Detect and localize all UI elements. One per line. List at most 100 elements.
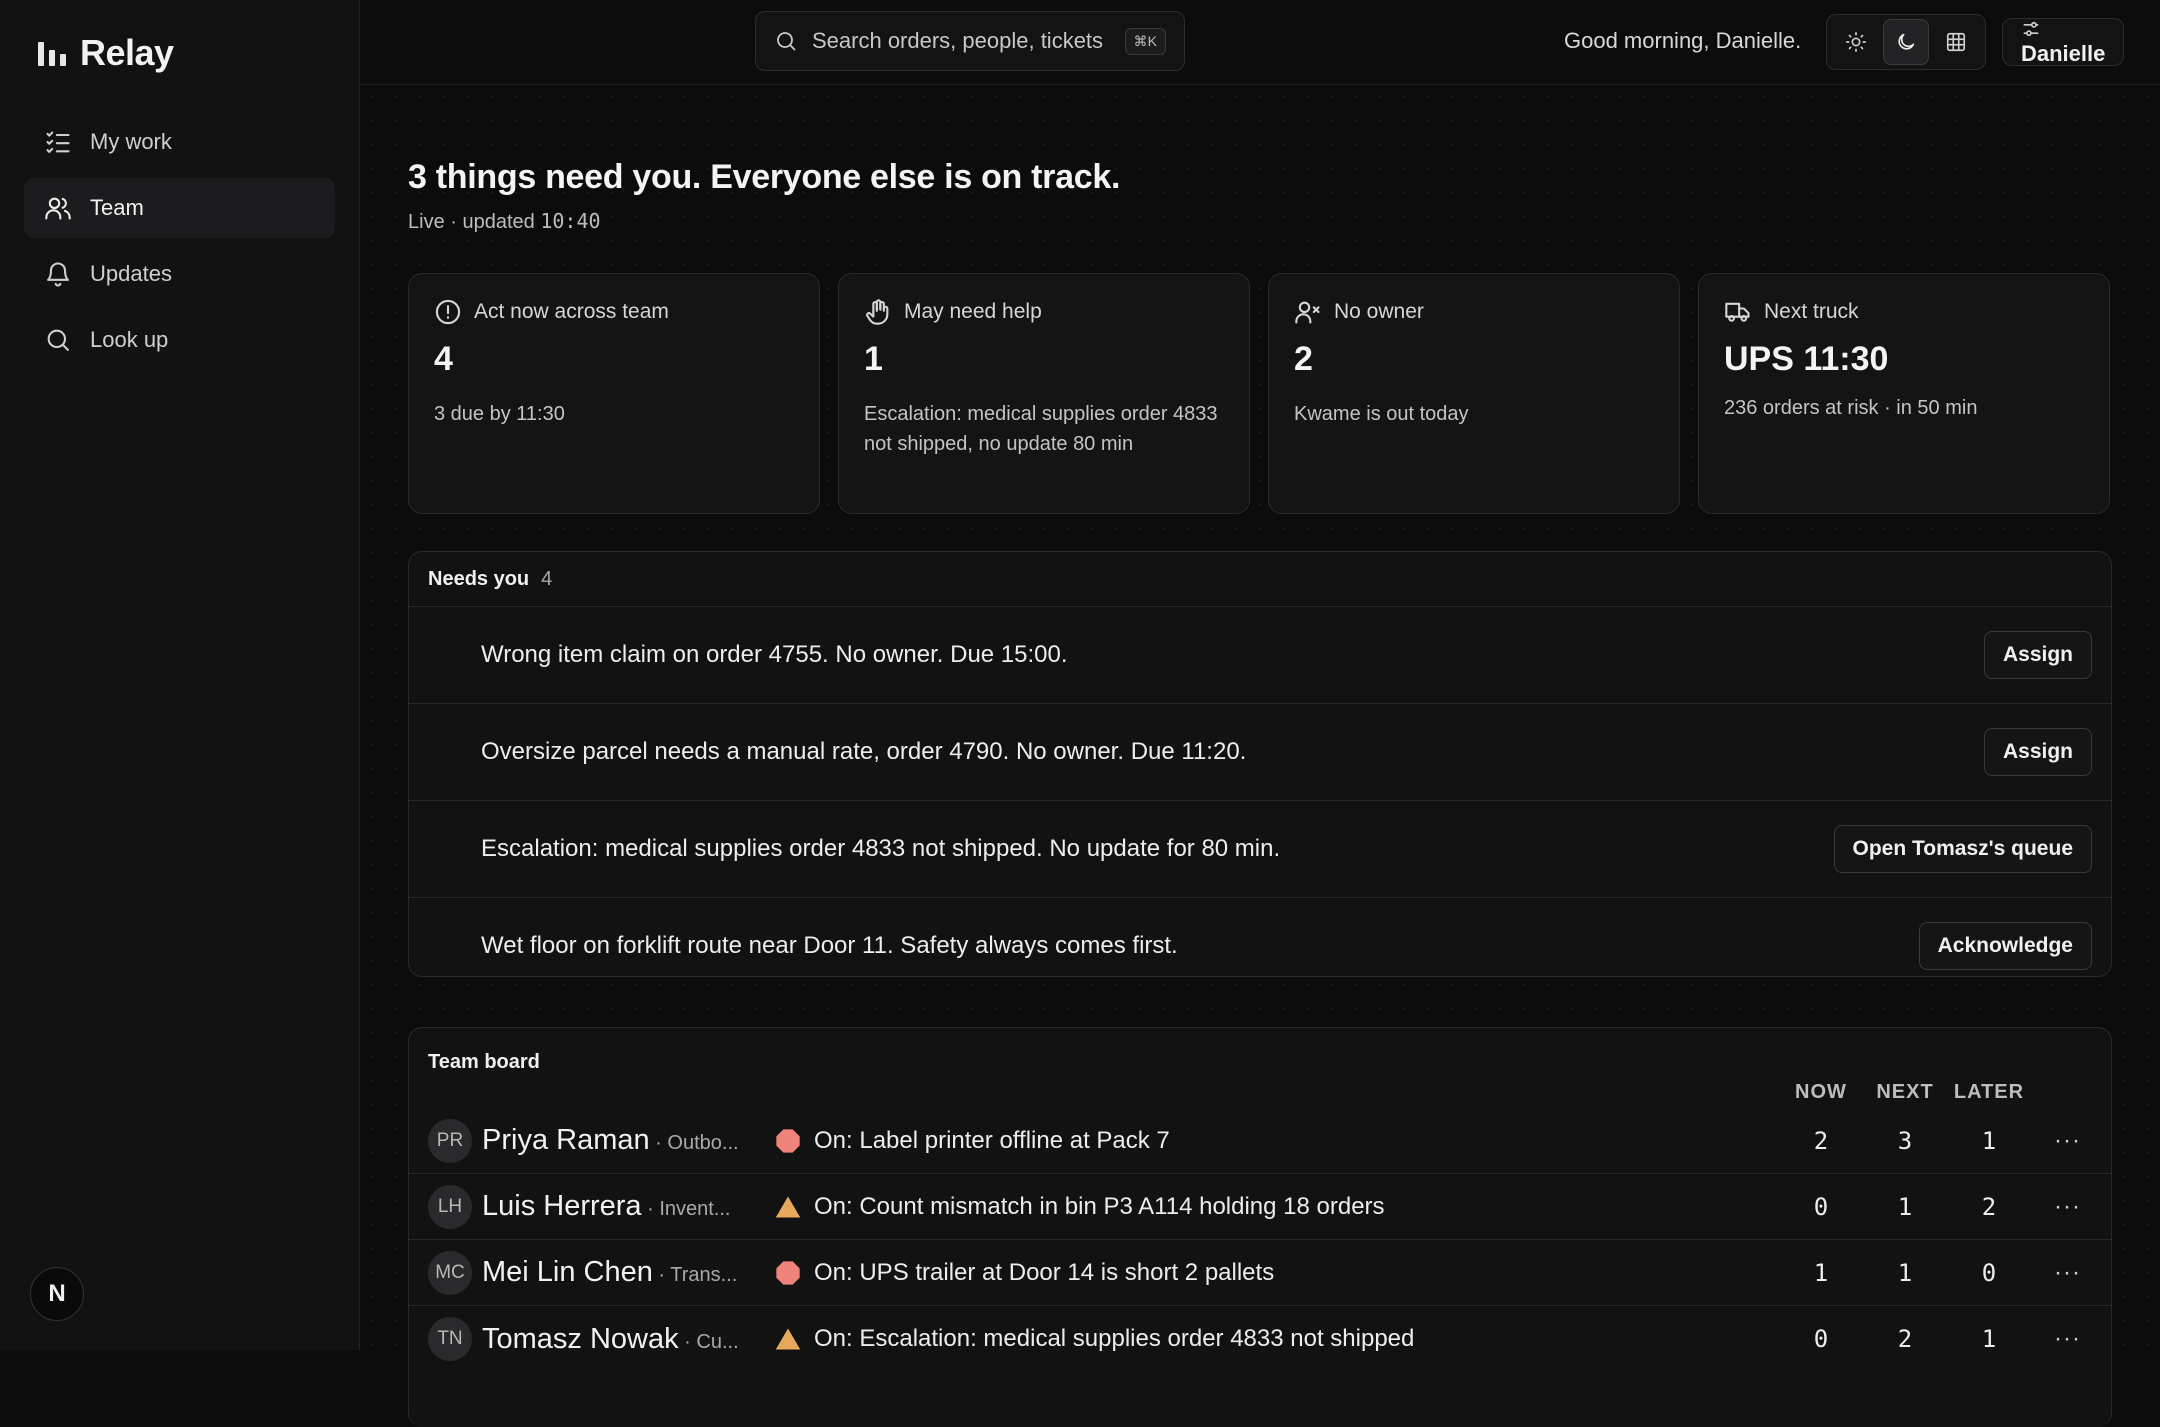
card-no-owner[interactable]: No owner 2 Kwame is out today xyxy=(1268,273,1680,514)
table-row[interactable]: TN Tomasz Nowak · Cu... On: Escalation: … xyxy=(409,1306,2111,1372)
table-row[interactable]: LH Luis Herrera · Invent... On: Count mi… xyxy=(409,1174,2111,1240)
needs-you-header: Needs you 4 xyxy=(409,552,2111,607)
panel-title: Team board xyxy=(428,1050,540,1073)
open-queue-button[interactable]: Open Tomasz's queue xyxy=(1833,825,2092,873)
count-next: 2 xyxy=(1897,1325,1913,1353)
user-menu-button[interactable]: Danielle xyxy=(2002,18,2124,66)
needs-you-panel: Needs you 4 Wrong item claim on order 47… xyxy=(408,551,2112,977)
card-value: 2 xyxy=(1294,340,1313,378)
status-text: On: Escalation: medical supplies order 4… xyxy=(814,1325,1415,1352)
next-logo-badge[interactable]: N xyxy=(30,1267,84,1321)
alert-text: Wrong item claim on order 4755. No owner… xyxy=(481,641,1068,668)
card-value: 1 xyxy=(864,340,883,378)
card-detail: Escalation: medical supplies order 4833 … xyxy=(864,403,1218,455)
sidebar-item-label: Look up xyxy=(90,327,169,352)
row-counts: 1 1 0 xyxy=(1779,1240,2031,1305)
sidebar-item-team[interactable]: Team xyxy=(24,178,335,238)
sliders-icon xyxy=(2023,21,2039,37)
card-value: 4 xyxy=(434,340,453,378)
status-text: On: Count mismatch in bin P3 A114 holdin… xyxy=(814,1192,1385,1220)
card-act-now[interactable]: Act now across team 4 3 due by 11:30 xyxy=(408,273,820,514)
person-name: Luis Herrera xyxy=(482,1190,642,1222)
count-now: 0 xyxy=(1813,1325,1829,1353)
count-next: 1 xyxy=(1897,1192,1913,1221)
triangle-icon xyxy=(775,1328,801,1350)
table-row[interactable]: PR Priya Raman · Outbo... On: Label prin… xyxy=(409,1108,2111,1174)
card-detail: 3 due by 11:30 xyxy=(434,403,565,425)
needs-you-count: 4 xyxy=(541,567,553,590)
alert-text: Oversize parcel needs a manual rate, ord… xyxy=(481,738,1247,765)
user-x-icon xyxy=(1295,301,1320,324)
brand[interactable]: Relay xyxy=(38,32,174,74)
more-menu-button[interactable]: ··· xyxy=(2054,1174,2081,1239)
team-board-panel: Team board NOW NEXT LATER PR Priya Raman… xyxy=(408,1027,2112,1427)
card-label: May need help xyxy=(904,300,1042,323)
sidebar: Relay My work Team Updates Look up N xyxy=(0,0,360,1350)
person-role: · Cu... xyxy=(678,1330,739,1353)
page-title: 3 things need you. Everyone else is on t… xyxy=(408,158,1121,196)
card-label: No owner xyxy=(1334,300,1424,323)
user-name: Danielle xyxy=(2021,41,2106,66)
hand-icon xyxy=(866,299,889,325)
assign-button[interactable]: Assign xyxy=(1983,631,2092,679)
sidebar-item-look-up[interactable]: Look up xyxy=(24,310,335,370)
theme-light-button[interactable] xyxy=(1833,19,1879,65)
triangle-icon xyxy=(775,1196,801,1217)
card-may-need-help[interactable]: May need help 1 Escalation: medical supp… xyxy=(838,273,1250,514)
alert-text: Escalation: medical supplies order 4833 … xyxy=(481,835,1281,862)
avatar: PR xyxy=(428,1118,472,1163)
card-next-truck[interactable]: Next truck UPS 11:30 236 orders at risk … xyxy=(1698,273,2110,514)
column-header-later: LATER xyxy=(1953,1081,2025,1103)
card-label: Act now across team xyxy=(474,300,669,323)
octagon-icon xyxy=(776,1128,800,1153)
avatar: LH xyxy=(428,1184,472,1229)
person: Mei Lin Chen · Trans... xyxy=(482,1256,752,1289)
assign-button[interactable]: Assign xyxy=(1983,728,2092,776)
sidebar-nav: My work Team Updates Look up xyxy=(24,112,335,376)
more-menu-button[interactable]: ··· xyxy=(2054,1240,2081,1305)
count-now: 0 xyxy=(1813,1192,1829,1221)
column-header-next: NEXT xyxy=(1876,1081,1934,1103)
avatar: MC xyxy=(428,1250,472,1295)
team-board-columns: NOW NEXT LATER xyxy=(1779,1081,2031,1104)
top-bar: Search orders, people, tickets ⌘K Good m… xyxy=(360,0,2160,85)
list-item: Escalation: medical supplies order 4833 … xyxy=(409,801,2111,898)
theme-grid-button[interactable] xyxy=(1933,19,1979,65)
search-icon xyxy=(47,329,69,351)
count-later: 1 xyxy=(1981,1325,1997,1353)
row-counts: 2 3 1 xyxy=(1779,1108,2031,1173)
status-text: On: UPS trailer at Door 14 is short 2 pa… xyxy=(814,1258,1275,1286)
person-role: · Trans... xyxy=(652,1264,738,1286)
alert-circle-icon xyxy=(435,299,461,325)
card-detail: Kwame is out today xyxy=(1294,403,1469,425)
table-row[interactable]: MC Mei Lin Chen · Trans... On: UPS trail… xyxy=(409,1240,2111,1306)
person-name: Priya Raman xyxy=(482,1124,650,1156)
acknowledge-button[interactable]: Acknowledge xyxy=(1918,922,2092,970)
sidebar-item-updates[interactable]: Updates xyxy=(24,244,335,304)
list-check-icon xyxy=(46,131,70,153)
count-later: 0 xyxy=(1981,1258,1997,1287)
relay-logo-icon xyxy=(38,40,66,66)
count-now: 1 xyxy=(1813,1258,1829,1287)
grid-icon xyxy=(1946,32,1966,52)
theme-dark-button[interactable] xyxy=(1883,19,1929,65)
sidebar-item-label: Team xyxy=(90,195,144,220)
users-icon xyxy=(45,197,71,220)
count-next: 3 xyxy=(1897,1126,1913,1155)
row-counts: 0 2 1 xyxy=(1779,1306,2031,1372)
greeting: Good morning, Danielle. xyxy=(1564,28,1802,53)
more-menu-button[interactable]: ··· xyxy=(2054,1306,2081,1372)
status-text: On: Label printer offline at Pack 7 xyxy=(814,1126,1170,1154)
person: Luis Herrera · Invent... xyxy=(482,1190,752,1223)
panel-title: Needs you xyxy=(428,567,530,590)
sidebar-item-my-work[interactable]: My work xyxy=(24,112,335,172)
list-item: Oversize parcel needs a manual rate, ord… xyxy=(409,704,2111,801)
search-input[interactable]: Search orders, people, tickets ⌘K xyxy=(755,11,1185,71)
row-counts: 0 1 2 xyxy=(1779,1174,2031,1239)
card-label: Next truck xyxy=(1764,300,1859,323)
more-menu-button[interactable]: ··· xyxy=(2054,1108,2081,1173)
sidebar-item-label: My work xyxy=(90,129,172,154)
person-name: Mei Lin Chen xyxy=(482,1256,653,1288)
count-next: 1 xyxy=(1897,1258,1913,1287)
truck-icon xyxy=(1725,302,1750,322)
